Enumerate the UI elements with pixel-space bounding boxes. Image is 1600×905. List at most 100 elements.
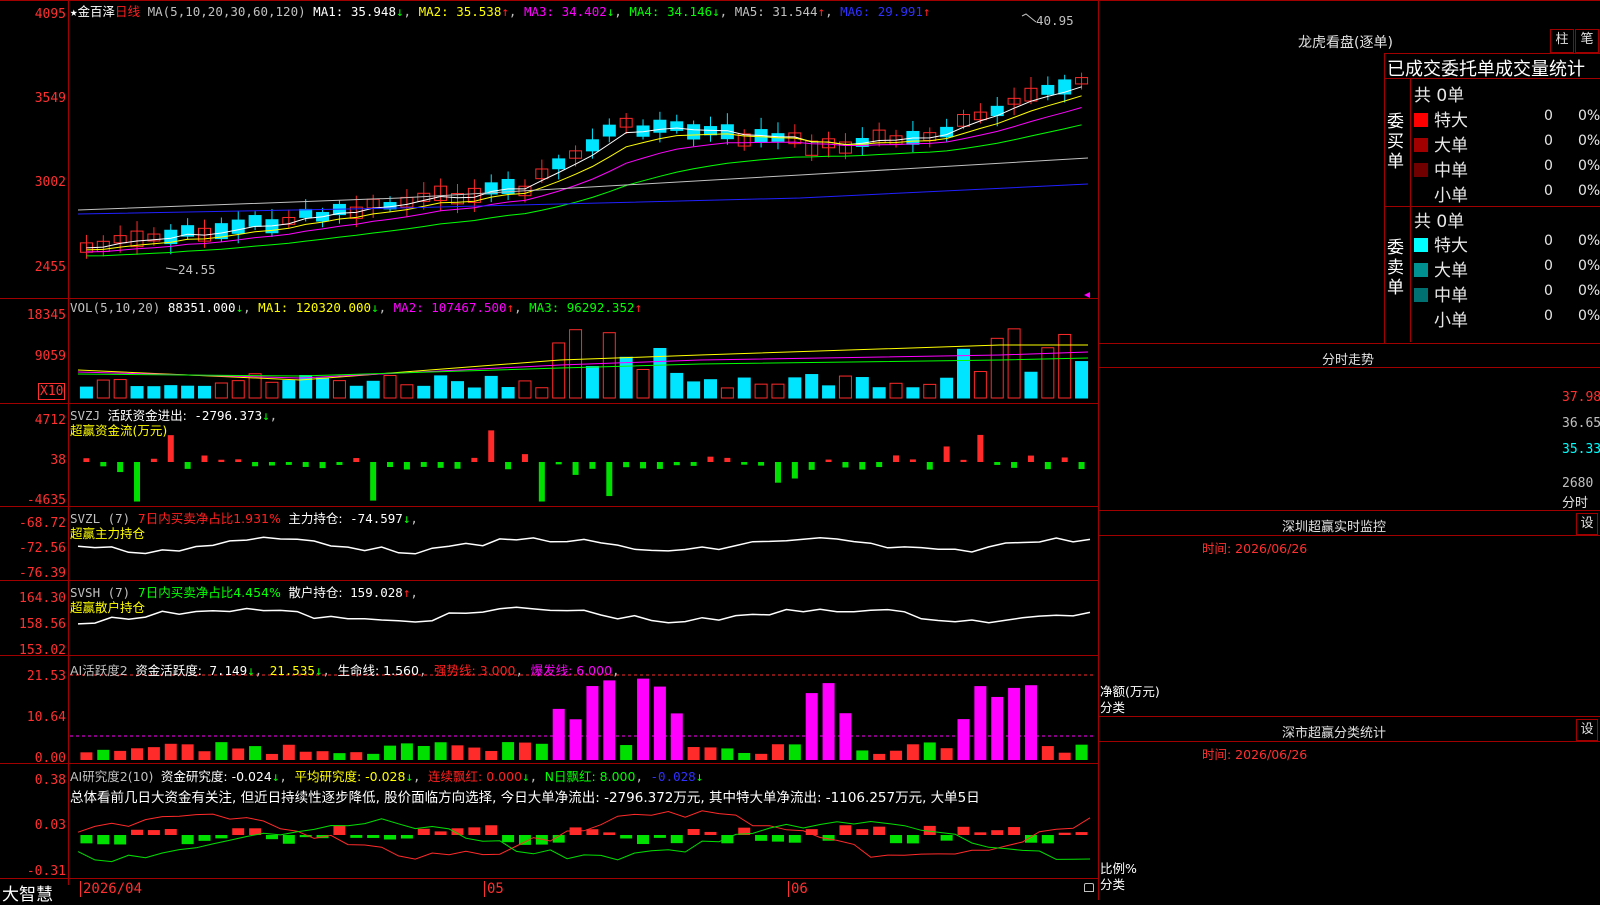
kline-ytick-1: 4095: [34, 7, 66, 22]
activity-bar: [400, 743, 413, 760]
research-bar: [1075, 832, 1088, 835]
sell-pct-3: 0%: [1578, 308, 1600, 324]
vol-ma3-line: [77, 357, 1089, 377]
research-bar: [1008, 827, 1021, 835]
svzj-ytick-2: 38: [50, 453, 66, 468]
volume-bar: [720, 387, 734, 399]
svzl-value: -74.597: [350, 511, 403, 526]
vol-arrow: ↓: [235, 300, 244, 315]
sz-class-time: 时间: 2026/06/26: [1202, 747, 1308, 762]
activity-bar: [822, 683, 835, 760]
research-bar: [957, 826, 970, 835]
volume-bar: [147, 386, 161, 399]
volume-bar: [957, 348, 970, 399]
flow-bar: [690, 462, 697, 466]
candle-body: [585, 139, 599, 152]
volume-bar: [231, 380, 245, 399]
volume-bar: [838, 375, 852, 399]
brand-logo: 大智慧: [2, 885, 53, 905]
sell-row-1: 大单: [1414, 256, 1468, 281]
activity-bar: [164, 743, 177, 760]
activity-bar: [906, 744, 919, 760]
flow-bar: [673, 462, 680, 466]
flow-bar: [218, 459, 225, 462]
sell-name-0: 特大: [1434, 236, 1468, 256]
flow-bar: [876, 462, 883, 468]
flow-bar: [201, 455, 208, 462]
buy-pct-2: 0%: [1578, 158, 1600, 174]
activity-bar: [350, 752, 363, 760]
flow-bar: [606, 462, 613, 497]
sz-monitor-settings-button[interactable]: 设: [1576, 513, 1598, 535]
flow-bar: [572, 462, 579, 475]
ma3-value: 34.402: [561, 4, 607, 19]
research-line-red: [77, 810, 1091, 860]
ai1-arrow: ↓: [247, 663, 255, 678]
flow-bar: [791, 462, 798, 479]
sell-name-1: 大单: [1434, 261, 1468, 281]
candle-body: [687, 124, 701, 140]
research-bar: [333, 825, 346, 835]
svsh-ratio: 7日内买卖净占比4.454%: [137, 585, 281, 600]
svzl-ratio: 7日内买卖净占比1.931%: [137, 511, 281, 526]
sep-right-3: [1098, 716, 1600, 717]
main-chart-svg[interactable]: 2704.181239.42-225.35-1690.112704.1892.1…: [0, 0, 1098, 900]
bar-mode-button[interactable]: 柱: [1550, 29, 1574, 53]
buy-swatch-2: [1414, 163, 1428, 177]
volume-bar: [434, 375, 448, 399]
sz-class-settings-button[interactable]: 设: [1576, 719, 1598, 741]
activity-bar: [704, 747, 717, 760]
period-label[interactable]: 日线: [115, 4, 140, 19]
activity-bar: [1075, 744, 1088, 760]
candle-body: [231, 219, 245, 234]
activity-bar: [384, 745, 397, 760]
research-bar: [232, 828, 245, 835]
volume-bar: [214, 382, 228, 399]
svzl-ytick-1: -68.72: [19, 516, 66, 531]
research-bar: [181, 835, 194, 845]
activity-bar: [670, 713, 683, 760]
favorite-star-icon[interactable]: ★: [70, 4, 78, 19]
sell-pct-2: 0%: [1578, 283, 1600, 299]
volume-bar: [332, 380, 346, 399]
volume-bar: [855, 377, 869, 399]
flow-bar: [150, 458, 157, 462]
ma-params: MA(5,10,20,30,60,120): [147, 4, 306, 19]
sep-right-2: [1098, 510, 1600, 511]
sell-orders-label: 委卖单: [1387, 238, 1404, 298]
research-bar: [468, 827, 481, 835]
tick-mode-button[interactable]: 笔: [1575, 29, 1599, 53]
volume-bar: [79, 386, 93, 399]
vol-header: VOL(5,10,20) 88351.000↓, MA1: 120320.000…: [70, 300, 643, 315]
lock-icon[interactable]: [1084, 883, 1094, 892]
sz-monitor-title: 深圳超赢实时监控: [1282, 520, 1387, 535]
flow-bar: [960, 459, 967, 462]
buy-swatch-0: [1414, 113, 1428, 127]
activity-bar: [333, 753, 346, 760]
flow-bar: [403, 462, 410, 470]
ma1-arrow: ↓: [395, 4, 404, 19]
ma2-arrow: ↑: [501, 4, 509, 19]
flow-bar: [235, 459, 242, 462]
svzl-arrow: ↓: [402, 511, 411, 526]
buy-pct-3: 0%: [1578, 183, 1600, 199]
volume-bar: [366, 380, 380, 399]
flow-bar: [774, 462, 781, 483]
vol-unit-badge[interactable]: X10: [38, 383, 66, 400]
buy-row-3: 小单: [1414, 181, 1468, 206]
longhu-title: 龙虎看盘(逐单): [1298, 35, 1393, 51]
flow-bar: [589, 462, 596, 469]
flow-bar: [100, 462, 107, 467]
volume-bar: [383, 375, 397, 399]
activity-bar: [653, 686, 666, 760]
candle-body: [670, 121, 684, 131]
ai1-strong: 强势线: 3.000: [434, 663, 516, 678]
flow-bar: [268, 462, 275, 466]
ma4-value: 34.146: [666, 4, 713, 19]
ma6-label: MA6:: [840, 4, 871, 19]
ma4-line: [86, 124, 1082, 257]
activity-bar: [552, 708, 565, 760]
flow-bar: [623, 462, 630, 468]
volume-bar: [96, 379, 110, 399]
ma6-line: [77, 183, 1089, 215]
